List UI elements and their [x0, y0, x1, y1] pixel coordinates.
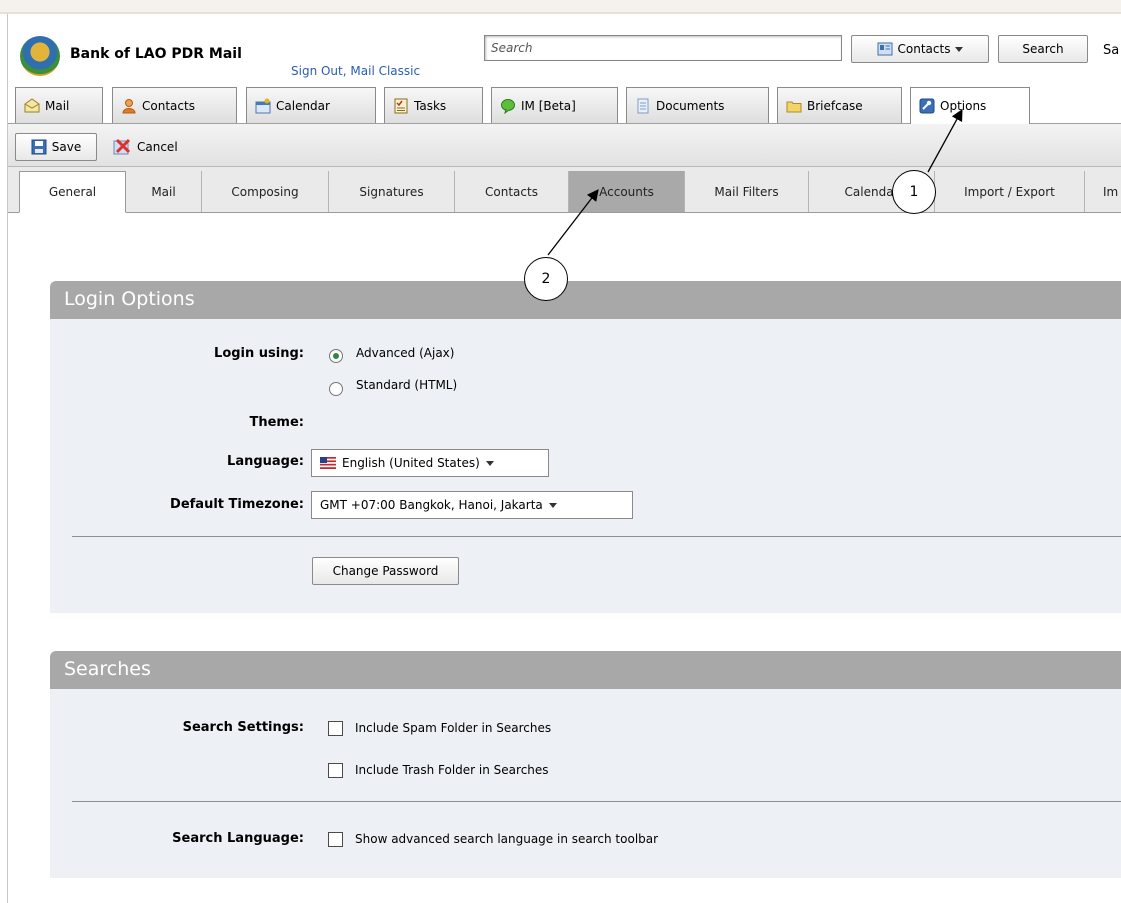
annotation-arrow-1 — [927, 108, 963, 173]
annotation-callout-2: 2 — [524, 257, 568, 301]
annotation-callout-1: 1 — [892, 170, 936, 214]
annotation-arrows — [547, 108, 963, 256]
annotation-arrow-2 — [547, 189, 599, 256]
